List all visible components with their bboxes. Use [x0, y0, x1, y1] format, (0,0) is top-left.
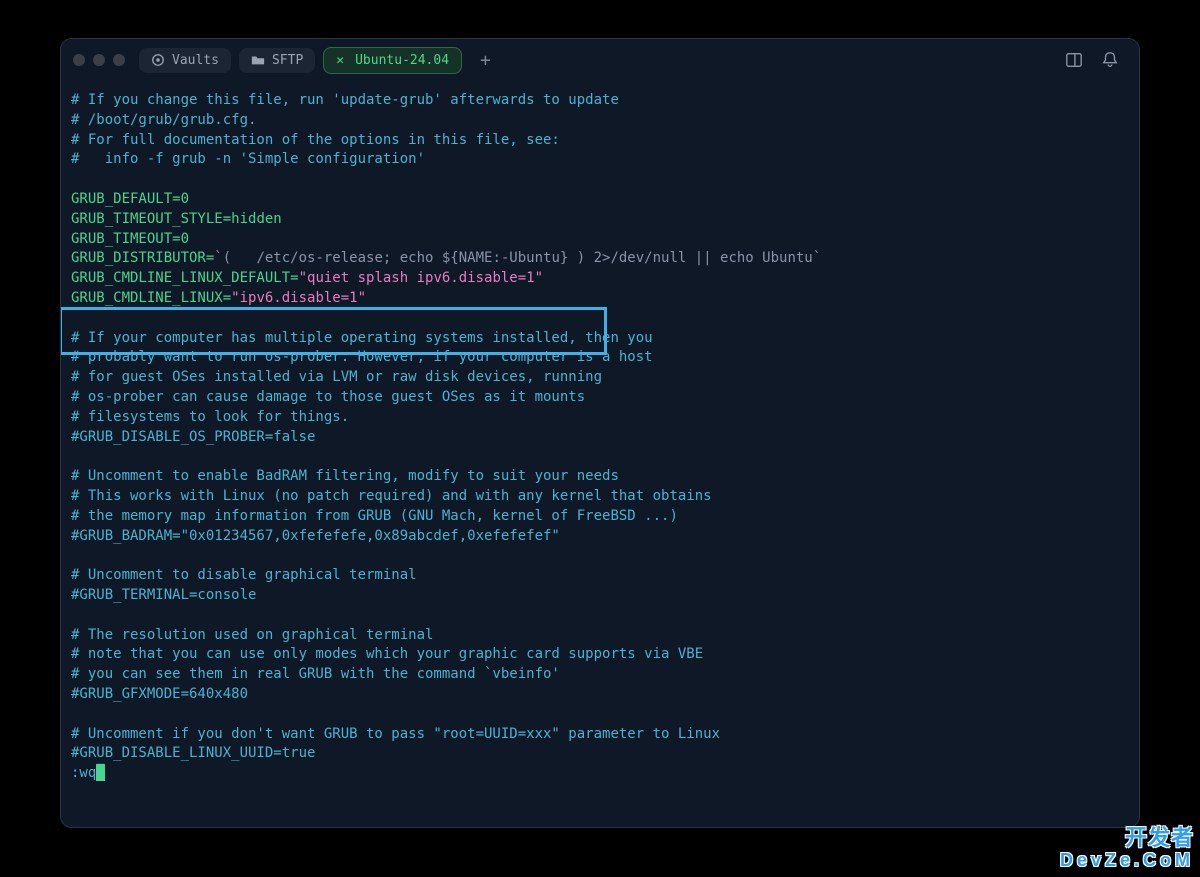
- zoom-dot[interactable]: [113, 54, 125, 66]
- minimize-dot[interactable]: [93, 54, 105, 66]
- watermark: 开发者 DevZe.CoM: [1060, 827, 1194, 871]
- vi-command[interactable]: :wq: [71, 765, 96, 781]
- split-pane-icon[interactable]: [1065, 51, 1083, 69]
- sftp-label: SFTP: [272, 53, 303, 68]
- window-controls: [73, 54, 125, 66]
- vault-icon: [151, 53, 165, 67]
- cursor: █: [96, 765, 104, 781]
- vaults-button[interactable]: Vaults: [139, 48, 231, 73]
- watermark-line1: 开发者: [1060, 827, 1194, 849]
- vaults-label: Vaults: [172, 53, 219, 68]
- comment-line: # /boot/grub/grub.cfg.: [71, 112, 256, 128]
- comment-line: # For full documentation of the options …: [71, 132, 560, 148]
- terminal-window: Vaults SFTP ✕ Ubuntu-24.04 + # If you ch…: [60, 38, 1140, 828]
- bell-icon[interactable]: [1101, 51, 1119, 69]
- tab-active[interactable]: ✕ Ubuntu-24.04: [323, 47, 462, 74]
- sftp-button[interactable]: SFTP: [239, 48, 315, 73]
- terminal-content[interactable]: # If you change this file, run 'update-g…: [61, 91, 1139, 827]
- right-icons: [1065, 51, 1119, 69]
- active-tab-label: Ubuntu-24.04: [355, 53, 449, 68]
- folder-icon: [251, 53, 265, 67]
- editor-text: # If you change this file, run 'update-g…: [71, 91, 1129, 784]
- comment-line: # If you change this file, run 'update-g…: [71, 92, 619, 108]
- comment-line: # info -f grub -n 'Simple configuration': [71, 151, 425, 167]
- new-tab-button[interactable]: +: [470, 45, 501, 76]
- close-tab-icon[interactable]: ✕: [336, 53, 344, 68]
- close-dot[interactable]: [73, 54, 85, 66]
- watermark-line2: DevZe.CoM: [1060, 849, 1194, 871]
- titlebar: Vaults SFTP ✕ Ubuntu-24.04 +: [61, 39, 1139, 81]
